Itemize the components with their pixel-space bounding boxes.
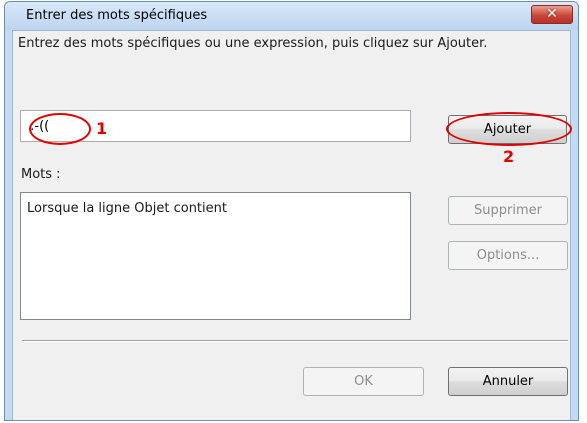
dialog-title: Entrer des mots spécifiques bbox=[26, 8, 208, 23]
options-button[interactable]: Options... bbox=[448, 241, 568, 270]
remove-button[interactable]: Supprimer bbox=[448, 196, 568, 225]
cancel-button[interactable]: Annuler bbox=[448, 367, 568, 396]
separator bbox=[22, 340, 568, 342]
instruction-text: Entrez des mots spécifiques ou une expre… bbox=[18, 36, 488, 51]
list-item[interactable]: Lorsque la ligne Objet contient bbox=[27, 201, 227, 216]
annotation-oval-1 bbox=[29, 113, 91, 145]
annotation-number-1: 1 bbox=[96, 119, 108, 138]
close-button[interactable]: ✕ bbox=[531, 5, 573, 24]
ok-button[interactable]: OK bbox=[303, 367, 424, 396]
title-bar[interactable]: Entrer des mots spécifiques ✕ bbox=[5, 2, 578, 30]
annotation-number-2: 2 bbox=[503, 147, 515, 166]
words-list[interactable]: Lorsque la ligne Objet contient bbox=[20, 192, 411, 320]
annotation-oval-2 bbox=[446, 112, 572, 146]
close-icon: ✕ bbox=[546, 6, 558, 22]
words-label: Mots : bbox=[21, 167, 61, 182]
